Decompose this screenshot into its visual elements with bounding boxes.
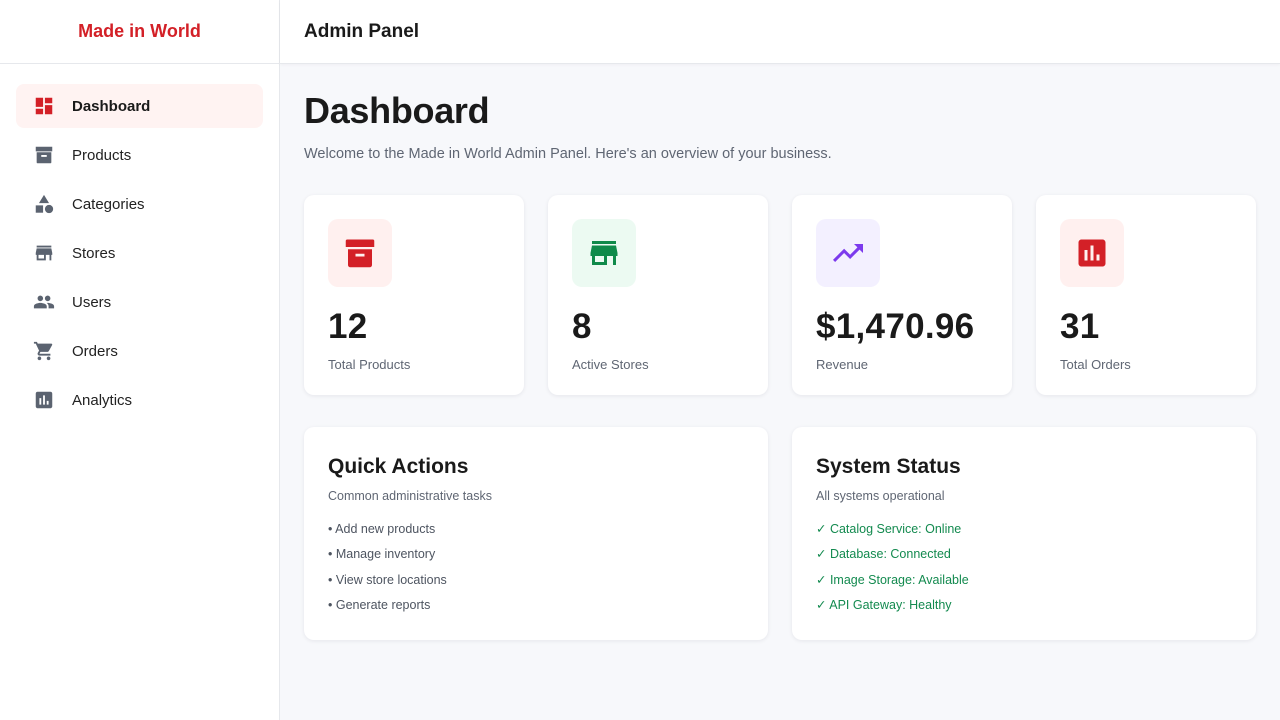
cart-icon [32, 339, 56, 363]
quick-actions-card: Quick Actions Common administrative task… [304, 427, 768, 640]
stat-value: 8 [572, 307, 592, 346]
status-item: ✓ Catalog Service: Online [816, 522, 962, 536]
status-item: ✓ Database: Connected [816, 547, 951, 562]
store-icon [32, 241, 56, 265]
sidebar-item-analytics[interactable]: Analytics [16, 378, 263, 422]
category-icon [32, 192, 56, 216]
stat-value: 12 [328, 307, 368, 346]
sidebar-item-label: Analytics [72, 391, 133, 409]
list-item: • Generate reports [328, 597, 431, 612]
stats-row: 12 Total Products 8 Active Stores $1,470… [304, 195, 1256, 395]
system-status-list: ✓ Catalog Service: Online ✓ Database: Co… [816, 517, 1232, 618]
archive-icon [32, 143, 56, 167]
quick-actions-title: Quick Actions [328, 455, 469, 478]
stat-card-total-orders: 31 Total Orders [1036, 195, 1256, 395]
trending-up-icon [816, 219, 880, 287]
quick-actions-subtitle: Common administrative tasks [328, 489, 492, 503]
dashboard-icon [32, 94, 56, 118]
stat-card-revenue: $1,470.96 Revenue [792, 195, 1012, 395]
quick-actions-list: • Add new products • Manage inventory • … [328, 517, 744, 618]
status-item: ✓ Image Storage: Available [816, 572, 969, 587]
list-item: • Manage inventory [328, 547, 436, 562]
sidebar-item-label: Stores [72, 244, 116, 262]
brand-logo[interactable]: Made in World [0, 0, 279, 64]
sidebar-item-stores[interactable]: Stores [16, 231, 263, 275]
analytics-icon [1060, 219, 1124, 287]
system-status-card: System Status All systems operational ✓ … [792, 427, 1256, 640]
stat-card-total-products: 12 Total Products [304, 195, 524, 395]
page-subtitle: Welcome to the Made in World Admin Panel… [304, 146, 832, 162]
sidebar-item-users[interactable]: Users [16, 280, 263, 324]
sidebar-item-label: Orders [72, 342, 118, 360]
users-icon [32, 290, 56, 314]
stat-label: Total Products [328, 357, 411, 372]
list-item: • View store locations [328, 572, 447, 587]
sidebar-item-label: Dashboard [72, 97, 151, 115]
sidebar-item-categories[interactable]: Categories [16, 182, 263, 226]
sidebar: Made in World Dashboard Products Categor… [0, 0, 280, 720]
system-status-title: System Status [816, 455, 961, 478]
sidebar-item-dashboard[interactable]: Dashboard [16, 84, 263, 128]
stat-value: $1,470.96 [816, 307, 975, 346]
topbar-title: Admin Panel [304, 20, 420, 42]
stat-label: Total Orders [1060, 357, 1131, 372]
stat-card-active-stores: 8 Active Stores [548, 195, 768, 395]
list-item: • Add new products [328, 522, 436, 536]
sidebar-item-label: Categories [72, 195, 145, 213]
analytics-icon [32, 388, 56, 412]
system-status-subtitle: All systems operational [816, 489, 945, 503]
main-content: Dashboard Welcome to the Made in World A… [304, 64, 1256, 640]
page-title: Dashboard [304, 90, 490, 131]
stat-label: Revenue [816, 357, 869, 372]
sidebar-item-label: Users [72, 293, 112, 311]
store-icon [572, 219, 636, 287]
topbar: Admin Panel [280, 0, 1280, 64]
sidebar-item-products[interactable]: Products [16, 133, 263, 177]
stat-label: Active Stores [572, 357, 649, 372]
archive-icon [328, 219, 392, 287]
status-item: ✓ API Gateway: Healthy [816, 597, 952, 612]
sidebar-item-orders[interactable]: Orders [16, 329, 263, 373]
panels-row: Quick Actions Common administrative task… [304, 427, 1256, 640]
sidebar-nav: Dashboard Products Categories Stores Use… [0, 64, 279, 422]
sidebar-item-label: Products [72, 146, 132, 164]
stat-value: 31 [1060, 307, 1100, 346]
